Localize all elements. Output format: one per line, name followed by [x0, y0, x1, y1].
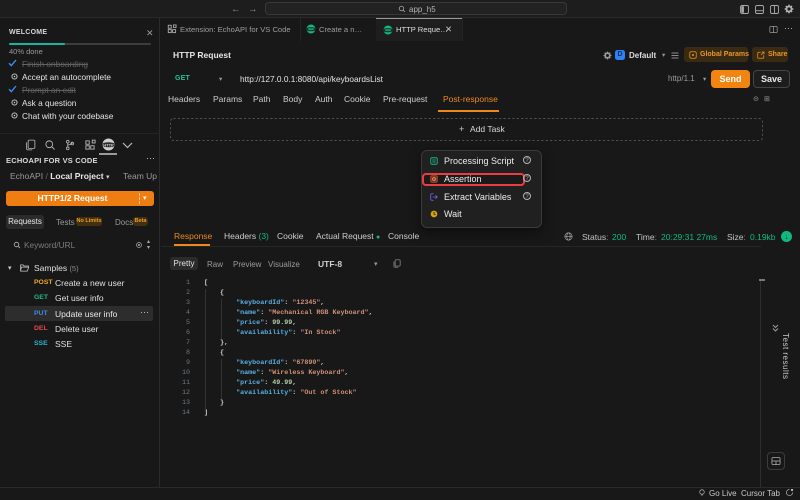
svg-text:HTTP: HTTP	[103, 142, 114, 147]
